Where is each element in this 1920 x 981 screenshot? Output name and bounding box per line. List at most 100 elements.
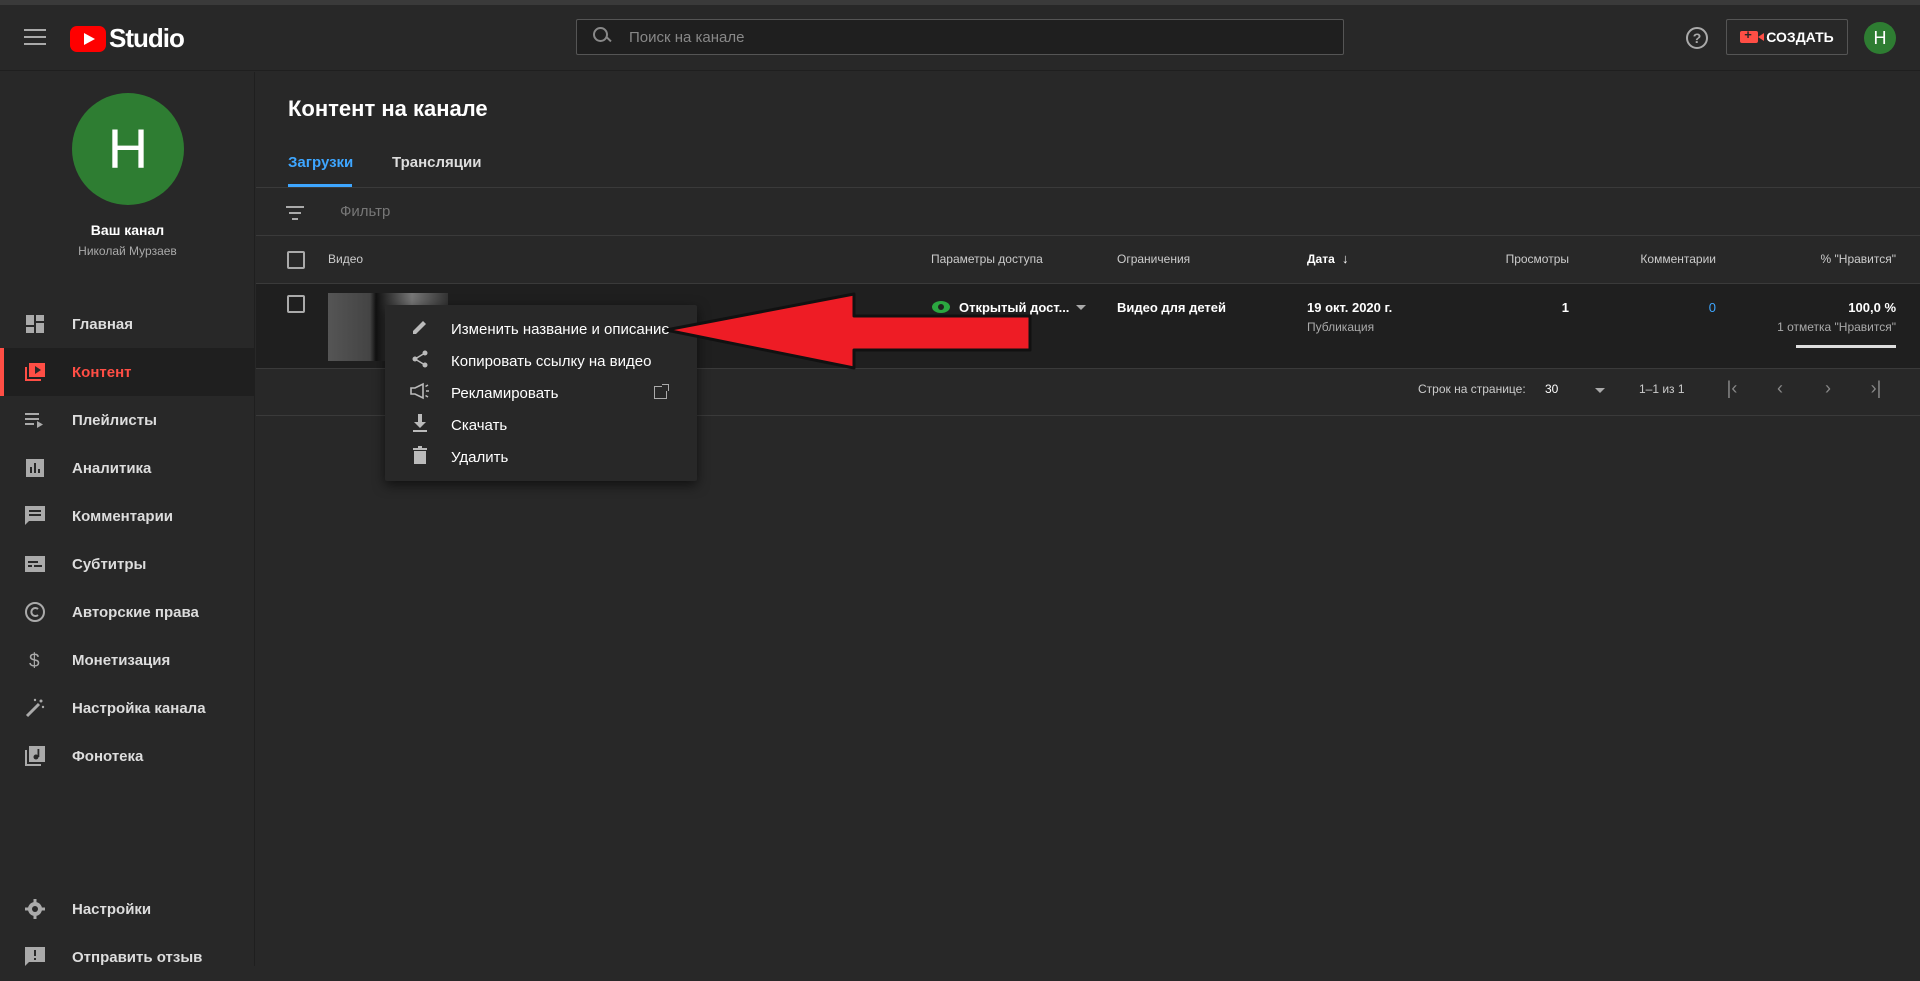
top-header: Studio ? СОЗДАТЬ H — [0, 5, 1920, 71]
svg-text:$: $ — [29, 651, 40, 670]
sidebar-item-settings[interactable]: Настройки — [0, 885, 255, 933]
help-icon[interactable]: ? — [1686, 27, 1708, 49]
column-header-visibility: Параметры доступа — [931, 252, 1043, 266]
sort-arrow-down-icon[interactable]: ↓ — [1342, 251, 1349, 266]
likes-count: 1 отметка "Нравится" — [1777, 320, 1896, 334]
hamburger-menu-icon[interactable] — [24, 29, 46, 45]
last-page-icon[interactable]: ›| — [1866, 378, 1886, 398]
pagination-range: 1–1 из 1 — [1639, 382, 1685, 396]
tabs-divider — [256, 187, 1920, 188]
dollar-icon: $ — [24, 649, 46, 671]
sidebar-item-comments[interactable]: Комментарии — [0, 492, 255, 540]
subtitles-icon — [24, 553, 46, 575]
studio-logo[interactable]: Studio — [70, 23, 185, 54]
menu-item-delete[interactable]: Удалить — [385, 441, 697, 473]
channel-owner-name: Николай Мурзаев — [78, 244, 177, 258]
tab-uploads[interactable]: Загрузки — [288, 154, 353, 171]
page-title: Контент на канале — [288, 96, 488, 121]
column-header-restrictions: Ограничения — [1117, 252, 1191, 266]
share-icon — [409, 350, 431, 373]
sidebar-item-label: Аналитика — [72, 459, 152, 477]
rows-per-page-dropdown-icon[interactable] — [1595, 388, 1605, 393]
sidebar-item-feedback[interactable]: Отправить отзыв — [0, 933, 255, 981]
main-content: Контент на канале Загрузки Трансляции Фи… — [256, 72, 1920, 966]
menu-item-promote[interactable]: Рекламировать — [385, 377, 697, 409]
restrictions-value: Видео для детей — [1117, 300, 1227, 315]
sidebar-item-playlists[interactable]: Плейлисты — [0, 396, 255, 444]
sidebar-item-label: Монетизация — [72, 651, 171, 669]
sidebar-item-copyright[interactable]: Авторские права — [0, 588, 255, 636]
menu-item-label: Изменить название и описание — [451, 320, 670, 338]
sidebar-item-label: Плейлисты — [72, 411, 157, 429]
account-avatar[interactable]: H — [1864, 22, 1896, 54]
dashboard-icon — [24, 313, 46, 335]
search-input[interactable] — [629, 28, 1309, 46]
select-all-checkbox[interactable] — [287, 251, 305, 269]
sidebar-item-label: Авторские права — [72, 603, 199, 621]
views-value: 1 — [1561, 300, 1569, 315]
rows-per-page-select[interactable]: 30 — [1545, 382, 1558, 396]
search-box[interactable] — [576, 19, 1344, 55]
sidebar-item-dashboard[interactable]: Главная — [0, 300, 255, 348]
megaphone-icon — [409, 382, 431, 405]
sidebar-item-label: Настройка канала — [72, 699, 206, 717]
create-button[interactable]: СОЗДАТЬ — [1726, 19, 1848, 55]
sidebar-item-label: Комментарии — [72, 507, 174, 525]
visibility-dropdown-icon[interactable] — [1076, 305, 1086, 310]
channel-title: Ваш канал — [90, 222, 165, 238]
comments-icon — [24, 505, 46, 527]
logo-text: Studio — [109, 23, 185, 53]
menu-item-label: Скачать — [451, 416, 508, 434]
youtube-play-icon — [70, 25, 106, 52]
sidebar-item-label: Контент — [72, 363, 132, 381]
sidebar-item-audio-library[interactable]: Фонотека — [0, 732, 255, 780]
playlist-icon — [24, 409, 46, 431]
sidebar-item-label: Настройки — [72, 900, 152, 918]
sidebar-item-customization[interactable]: Настройка канала — [0, 684, 255, 732]
tab-live[interactable]: Трансляции — [392, 154, 481, 171]
filter-input[interactable]: Фильтр — [340, 203, 390, 220]
date-value: 19 окт. 2020 г. — [1307, 300, 1393, 315]
content-icon — [24, 361, 46, 383]
magic-wand-icon — [24, 697, 46, 719]
column-header-video: Видео — [328, 252, 364, 266]
sidebar-item-analytics[interactable]: Аналитика — [0, 444, 255, 492]
gear-icon — [24, 898, 46, 920]
download-icon — [409, 413, 431, 437]
feedback-icon — [24, 946, 46, 968]
menu-item-copy-link[interactable]: Копировать ссылку на видео — [385, 345, 697, 377]
sidebar-item-label: Фонотека — [72, 747, 144, 765]
previous-page-icon[interactable]: ‹ — [1770, 378, 1790, 398]
next-page-icon[interactable]: › — [1818, 378, 1838, 398]
search-icon[interactable] — [593, 27, 613, 47]
column-header-date[interactable]: Дата — [1307, 252, 1335, 266]
annotation-arrow — [664, 292, 1032, 370]
audio-library-icon — [24, 745, 46, 767]
first-page-icon[interactable]: |‹ — [1722, 378, 1742, 398]
column-header-likes: % "Нравится" — [1820, 252, 1896, 266]
date-status: Публикация — [1307, 320, 1375, 334]
row-checkbox[interactable] — [287, 295, 305, 313]
column-header-views: Просмотры — [1505, 252, 1569, 266]
likes-value: 100,0 % — [1848, 300, 1896, 315]
rows-per-page-label: Строк на странице: — [1418, 382, 1526, 396]
sidebar-item-label: Отправить отзыв — [72, 948, 203, 966]
menu-item-edit-title[interactable]: Изменить название и описание — [385, 313, 697, 345]
sidebar: H Ваш канал Николай Мурзаев Главная Конт… — [0, 72, 255, 966]
create-video-icon — [1740, 27, 1765, 43]
menu-item-label: Рекламировать — [451, 384, 559, 402]
external-link-icon — [654, 384, 669, 399]
sidebar-item-label: Главная — [72, 315, 134, 333]
filter-icon[interactable] — [286, 206, 304, 220]
comments-link[interactable]: 0 — [1626, 300, 1716, 315]
sidebar-item-content[interactable]: Контент — [0, 348, 255, 396]
sidebar-item-subtitles[interactable]: Субтитры — [0, 540, 255, 588]
menu-item-download[interactable]: Скачать — [385, 409, 697, 441]
sidebar-item-monetization[interactable]: $ Монетизация — [0, 636, 255, 684]
channel-avatar[interactable]: H — [72, 93, 184, 205]
filter-divider — [256, 235, 1920, 236]
copyright-icon — [24, 601, 46, 623]
pencil-icon — [409, 318, 431, 341]
trash-icon — [409, 445, 431, 469]
create-button-label: СОЗДАТЬ — [1766, 29, 1834, 45]
